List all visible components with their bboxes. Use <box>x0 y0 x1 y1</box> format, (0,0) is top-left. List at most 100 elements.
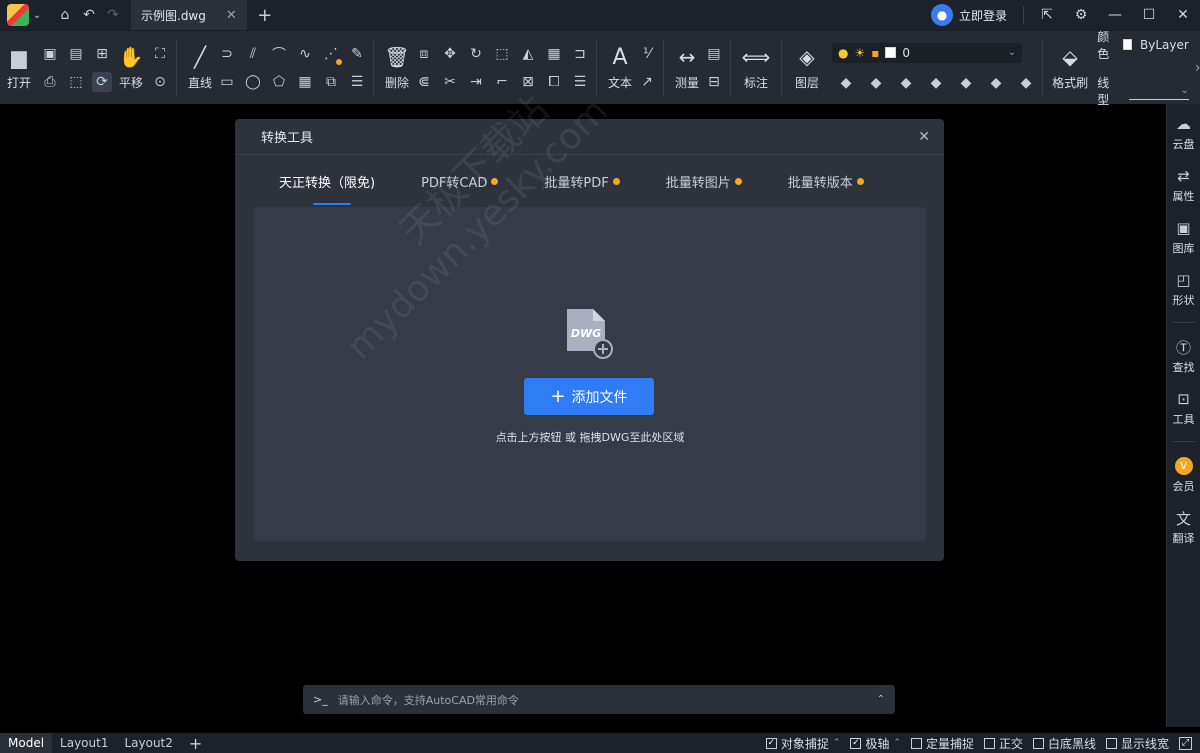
chevron-up-icon[interactable]: ⌃ <box>877 694 885 705</box>
fillet-icon[interactable]: ⌐ <box>492 72 512 92</box>
maximize-button[interactable]: ☐ <box>1132 0 1166 30</box>
tab-batch-to-pdf[interactable]: 批量转PDF <box>544 172 620 191</box>
document-tab[interactable]: 示例图.dwg ✕ <box>131 0 247 30</box>
sidebar-item-shape[interactable]: ◰ 形状 <box>1173 270 1195 308</box>
home-icon[interactable]: ⌂ <box>53 3 77 27</box>
save-as-icon[interactable]: ▤ <box>66 44 86 64</box>
block-icon[interactable]: ▦ <box>295 72 315 92</box>
distance-icon[interactable]: ⊟ <box>704 72 724 92</box>
layer-select[interactable]: ● ☀ ▪ 0 ⌄ <box>832 42 1022 63</box>
chevron-up-icon[interactable]: ⌃ <box>893 738 901 748</box>
polyline-icon[interactable]: ⊃ <box>217 44 237 64</box>
area-icon[interactable]: ▤ <box>704 44 724 64</box>
color-row[interactable]: 颜色 ByLayer <box>1097 28 1189 62</box>
tab-batch-to-image[interactable]: 批量转图片 <box>666 172 742 191</box>
file-drop-area[interactable]: DWG + 添加文件 点击上方按钮 或 拖拽DWG至此处区域 <box>254 207 926 541</box>
login-button[interactable]: 立即登录 <box>959 7 1007 24</box>
chevron-down-icon[interactable]: ⌄ <box>29 3 45 27</box>
arc-icon[interactable]: ⌒ <box>269 44 289 64</box>
text-button[interactable]: A 文本 <box>603 44 637 91</box>
chevron-up-icon[interactable]: ⌃ <box>833 738 841 748</box>
close-window-button[interactable]: ✕ <box>1166 0 1200 30</box>
array-icon[interactable]: ▦ <box>544 44 564 64</box>
stack-text-icon[interactable]: ⅟ <box>637 44 657 64</box>
rectangle-icon[interactable]: ▭ <box>217 72 237 92</box>
white-background-toggle[interactable]: 白底黑线 <box>1032 735 1096 752</box>
tab-pdf-to-cad[interactable]: PDF转CAD <box>421 172 499 191</box>
sidebar-item-search[interactable]: Ⓣ 查找 <box>1173 337 1195 375</box>
more-modify-icon[interactable]: ☰ <box>570 72 590 92</box>
tab-layout2[interactable]: Layout2 <box>116 733 180 753</box>
join-icon[interactable]: ⧠ <box>544 72 564 92</box>
sidebar-item-vip[interactable]: V 会员 <box>1173 456 1195 494</box>
pan-button[interactable]: ✋ 平移 <box>112 44 150 91</box>
close-icon[interactable]: ✕ <box>918 129 930 145</box>
stretch-icon[interactable]: ⊐ <box>570 44 590 64</box>
open-button[interactable]: ▆ 打开 <box>4 44 34 91</box>
zoom-icon[interactable]: ⊙ <box>150 72 170 92</box>
show-lineweight-toggle[interactable]: 显示线宽 <box>1105 735 1169 752</box>
circle-icon[interactable]: ◯ <box>243 72 263 92</box>
regen-icon[interactable]: ⟳ <box>92 71 112 92</box>
add-layout-icon[interactable]: + <box>181 733 210 753</box>
linetype-select[interactable]: ⌄ <box>1128 82 1189 100</box>
tab-tangent-convert[interactable]: 天正转换（限免) <box>279 172 375 205</box>
chevron-right-icon[interactable]: › <box>1195 31 1200 104</box>
copy-icon[interactable]: ⧈ <box>414 44 434 64</box>
layer-tool-5-icon[interactable]: ◆ <box>956 73 976 93</box>
fullscreen-icon[interactable]: ⤢ <box>1179 736 1192 750</box>
zoom-extents-icon[interactable]: ⛶ <box>150 44 170 64</box>
command-line[interactable]: >_ 请输入命令，支持AutoCAD常用命令 ⌃ <box>303 685 895 714</box>
scale-icon[interactable]: ⬚ <box>492 44 512 64</box>
linetype-row[interactable]: 线型 ⌄ <box>1097 74 1189 108</box>
layer-tool-1-icon[interactable]: ◆ <box>836 73 856 93</box>
share-icon[interactable]: ⇱ <box>1030 0 1064 30</box>
add-file-button[interactable]: + 添加文件 <box>524 378 654 415</box>
ortho-toggle[interactable]: 正交 <box>983 735 1023 752</box>
sidebar-item-cloud[interactable]: ☁ 云盘 <box>1173 114 1195 152</box>
mirror-icon[interactable]: ◭ <box>518 44 538 64</box>
construction-line-icon[interactable]: ⫽ <box>243 44 263 64</box>
pen-icon[interactable]: ✎ <box>347 44 367 64</box>
layer-tool-3-icon[interactable]: ◆ <box>896 73 916 93</box>
trim-icon[interactable]: ✂ <box>440 72 460 92</box>
sidebar-item-tools[interactable]: ⊡ 工具 <box>1173 389 1195 427</box>
redo-icon[interactable]: ↷ <box>101 3 125 27</box>
layer-tool-7-icon[interactable]: ◆ <box>1016 73 1036 93</box>
layer-tool-4-icon[interactable]: ◆ <box>926 73 946 93</box>
gear-icon[interactable]: ⚙ <box>1064 0 1098 30</box>
layer-button[interactable]: ◈ 图层 <box>788 44 826 91</box>
extend-icon[interactable]: ⇥ <box>466 72 486 92</box>
close-tab-icon[interactable]: ✕ <box>226 8 237 23</box>
app-logo[interactable] <box>7 4 29 26</box>
print-icon[interactable]: ⎙ <box>40 72 60 92</box>
polygon-icon[interactable]: ⬠ <box>269 72 289 92</box>
insert-block-icon[interactable]: ⧉ <box>321 72 341 92</box>
avatar[interactable]: ● <box>930 4 953 26</box>
sidebar-item-gallery[interactable]: ▣ 图库 <box>1173 218 1195 256</box>
layer-tool-2-icon[interactable]: ◆ <box>866 73 886 93</box>
tab-model[interactable]: Model <box>0 733 53 753</box>
move-icon[interactable]: ✥ <box>440 44 460 64</box>
new-tab-icon[interactable]: + <box>253 3 277 27</box>
undo-icon[interactable]: ↶ <box>77 3 101 27</box>
delete-button[interactable]: 🗑 删除 <box>380 44 414 91</box>
offset-icon[interactable]: ⋐ <box>414 72 434 92</box>
sidebar-item-properties[interactable]: ⇄ 属性 <box>1173 166 1195 204</box>
sidebar-item-translate[interactable]: 文 翻译 <box>1173 508 1195 546</box>
save-icon[interactable]: ▣ <box>40 44 60 64</box>
quantitative-snap-toggle[interactable]: 定量捕捉 <box>910 735 974 752</box>
more-draw-icon[interactable]: ☰ <box>347 72 367 92</box>
rotate-icon[interactable]: ↻ <box>466 44 486 64</box>
leader-icon[interactable]: ↗ <box>637 72 657 92</box>
layer-tool-6-icon[interactable]: ◆ <box>986 73 1006 93</box>
minimize-button[interactable]: — <box>1098 0 1132 30</box>
dimension-button[interactable]: ⟺ 标注 <box>737 44 775 91</box>
tab-layout1[interactable]: Layout1 <box>52 733 116 753</box>
line-button[interactable]: ╱ 直线 <box>183 44 217 91</box>
measure-button[interactable]: ↔ 测量 <box>670 44 704 91</box>
explode-icon[interactable]: ⊠ <box>518 72 538 92</box>
object-snap-toggle[interactable]: ✓ 对象捕捉 ⌃ <box>765 735 841 752</box>
hatch-icon[interactable]: ⋰ <box>321 44 342 65</box>
polar-toggle[interactable]: ✓ 极轴 ⌃ <box>850 735 901 752</box>
